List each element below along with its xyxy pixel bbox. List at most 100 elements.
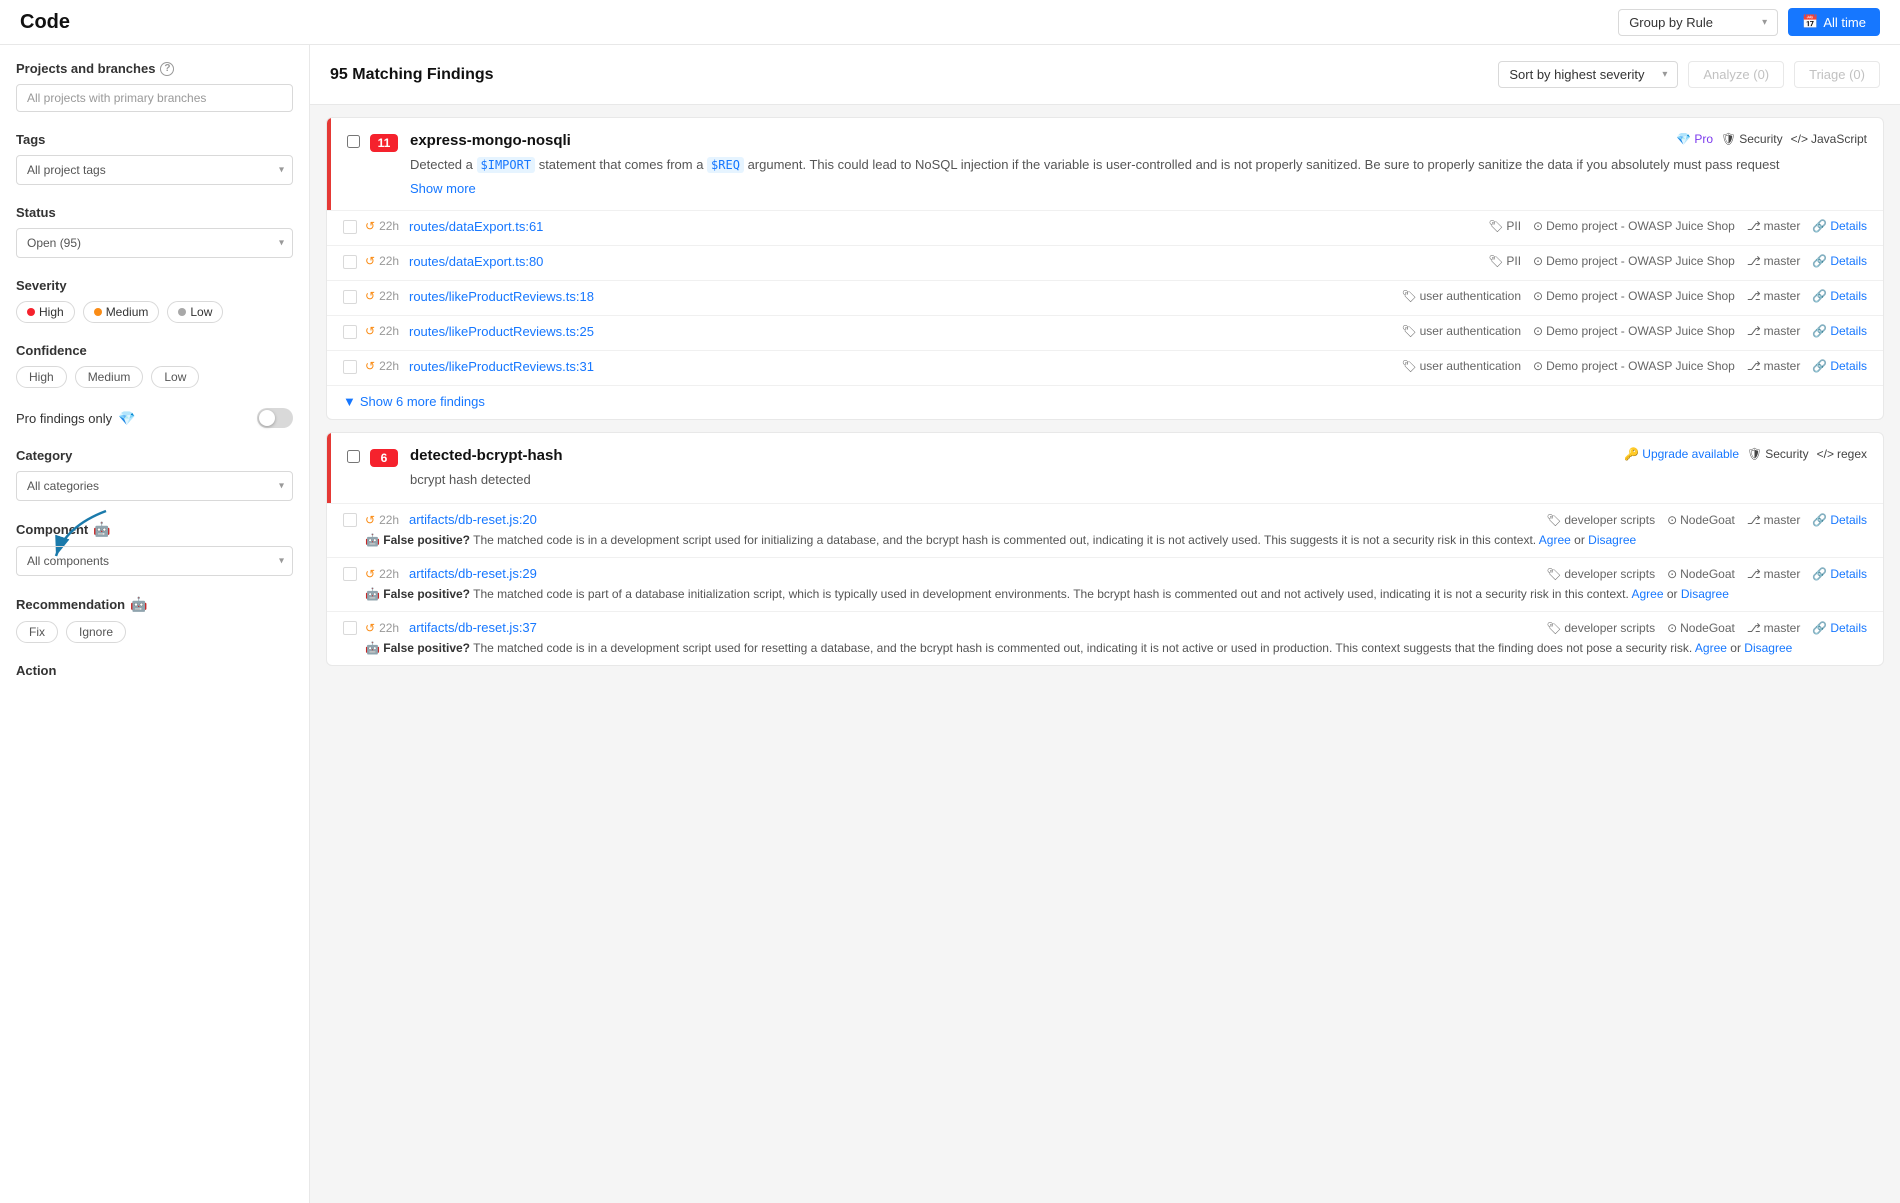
- details-link[interactable]: 🔗 Details: [1812, 513, 1867, 527]
- tag-icon: 🏷: [1401, 359, 1416, 373]
- sort-select[interactable]: Sort by highest severity ▾: [1498, 61, 1678, 88]
- rule-group-1-checkbox[interactable]: [347, 135, 360, 148]
- show-more-desc-btn[interactable]: Show more: [410, 181, 476, 196]
- projects-title: Projects and branches ?: [16, 61, 293, 76]
- bot-icon: 🤖: [365, 587, 380, 601]
- component-select[interactable]: All components: [17, 547, 292, 575]
- rule-group-2-checkbox[interactable]: [347, 450, 360, 463]
- confidence-low[interactable]: Low: [151, 366, 199, 388]
- branch-icon: ⎇: [1747, 289, 1761, 303]
- finding-tag: 🏷 developer scripts: [1546, 567, 1655, 581]
- chevron-down-icon: ▾: [1762, 17, 1767, 28]
- show-more-findings-btn[interactable]: ▼ Show 6 more findings: [343, 394, 485, 409]
- confidence-high[interactable]: High: [16, 366, 67, 388]
- finding-meta: 🏷 user authentication ⊙ Demo project - O…: [1401, 324, 1867, 338]
- agree-link-3[interactable]: Agree: [1695, 641, 1727, 655]
- checkbox-cell: [343, 254, 357, 272]
- rec-ignore[interactable]: Ignore: [66, 621, 126, 643]
- status-select[interactable]: Open (95): [17, 229, 292, 257]
- details-link[interactable]: 🔗 Details: [1812, 219, 1867, 233]
- agree-link-1[interactable]: Agree: [1539, 533, 1571, 547]
- severity-high[interactable]: High: [16, 301, 75, 323]
- finding-checkbox[interactable]: [343, 220, 357, 234]
- link-icon: 🔗: [1812, 324, 1827, 338]
- finding-row: ↺ 22h routes/likeProductReviews.ts:18 🏷 …: [327, 280, 1883, 315]
- robot-icon-2: 🤖: [130, 596, 147, 613]
- main-content: 95 Matching Findings Sort by highest sev…: [310, 45, 1900, 1203]
- github-icon: ⊙: [1667, 621, 1677, 635]
- finding-path[interactable]: routes/likeProductReviews.ts:18: [409, 289, 1393, 304]
- help-icon[interactable]: ?: [160, 62, 174, 76]
- finding-path[interactable]: routes/dataExport.ts:61: [409, 219, 1480, 234]
- checkbox-cell: [343, 219, 357, 237]
- rec-fix[interactable]: Fix: [16, 621, 58, 643]
- pro-label: Pro findings only 💎: [16, 410, 136, 427]
- details-link[interactable]: 🔗 Details: [1812, 289, 1867, 303]
- analyze-button[interactable]: Analyze (0): [1688, 61, 1784, 88]
- disagree-link-3[interactable]: Disagree: [1744, 641, 1792, 655]
- finding-path[interactable]: artifacts/db-reset.js:29: [409, 566, 1538, 581]
- finding-path[interactable]: routes/dataExport.ts:80: [409, 254, 1480, 269]
- finding-checkbox[interactable]: [343, 621, 357, 635]
- ai-note-3: 🤖 False positive? The matched code is in…: [365, 639, 1867, 657]
- finding-time: ↺ 22h: [365, 567, 401, 581]
- recommendation-title: Recommendation 🤖: [16, 596, 293, 613]
- details-link[interactable]: 🔗 Details: [1812, 254, 1867, 268]
- details-link[interactable]: 🔗 Details: [1812, 621, 1867, 635]
- finding-meta: 🏷 PII ⊙ Demo project - OWASP Juice Shop …: [1488, 219, 1867, 233]
- finding-path[interactable]: routes/likeProductReviews.ts:25: [409, 324, 1393, 339]
- severity-low[interactable]: Low: [167, 301, 223, 323]
- upgrade-tag: 🔑 Upgrade available: [1624, 447, 1739, 461]
- disagree-link-1[interactable]: Disagree: [1588, 533, 1636, 547]
- finding-tag: 🏷 PII: [1488, 219, 1521, 233]
- finding-path[interactable]: routes/likeProductReviews.ts:31: [409, 359, 1393, 374]
- rule-desc-2: bcrypt hash detected: [410, 470, 1867, 490]
- category-title: Category: [16, 448, 293, 463]
- action-title: Action: [16, 663, 293, 678]
- finding-checkbox[interactable]: [343, 360, 357, 374]
- finding-checkbox[interactable]: [343, 290, 357, 304]
- pro-findings-toggle[interactable]: [257, 408, 293, 428]
- main-header: 95 Matching Findings Sort by highest sev…: [310, 45, 1900, 105]
- tags-select[interactable]: All project tags: [17, 156, 292, 184]
- confidence-section: Confidence High Medium Low: [16, 343, 293, 388]
- bot-icon: 🤖: [365, 641, 380, 655]
- finding-meta: 🏷 developer scripts ⊙ NodeGoat ⎇ master …: [1546, 567, 1867, 581]
- rule-group-2: 6 detected-bcrypt-hash bcrypt hash detec…: [326, 432, 1884, 667]
- component-select-wrapper[interactable]: All components ▾: [16, 546, 293, 576]
- finding-time: ↺ 22h: [365, 621, 401, 635]
- agree-link-2[interactable]: Agree: [1632, 587, 1664, 601]
- ai-note-1: 🤖 False positive? The matched code is in…: [365, 531, 1867, 549]
- checkbox-cell: [343, 324, 357, 342]
- rule-count-badge-1: 11: [370, 134, 398, 152]
- confidence-medium[interactable]: Medium: [75, 366, 144, 388]
- group-by-select[interactable]: Group by Rule ▾: [1618, 9, 1778, 36]
- finding-checkbox[interactable]: [343, 325, 357, 339]
- import-code: $IMPORT: [477, 157, 536, 173]
- finding-path[interactable]: artifacts/db-reset.js:20: [409, 512, 1538, 527]
- category-select-wrapper[interactable]: All categories ▾: [16, 471, 293, 501]
- status-select-wrapper[interactable]: Open (95) ▾: [16, 228, 293, 258]
- details-link[interactable]: 🔗 Details: [1812, 359, 1867, 373]
- tags-select-wrapper[interactable]: All project tags ▾: [16, 155, 293, 185]
- finding-row-ai-top: ↺ 22h artifacts/db-reset.js:37 🏷 develop…: [343, 620, 1867, 635]
- shield-icon-2: 🛡: [1747, 447, 1762, 461]
- details-link[interactable]: 🔗 Details: [1812, 324, 1867, 338]
- finding-row-ai-2: ↺ 22h artifacts/db-reset.js:29 🏷 develop…: [327, 557, 1883, 611]
- finding-path[interactable]: artifacts/db-reset.js:37: [409, 620, 1538, 635]
- all-time-button[interactable]: 📅 All time: [1788, 8, 1880, 36]
- finding-checkbox[interactable]: [343, 567, 357, 581]
- triage-button[interactable]: Triage (0): [1794, 61, 1880, 88]
- finding-row: ↺ 22h routes/likeProductReviews.ts:25 🏷 …: [327, 315, 1883, 350]
- details-link[interactable]: 🔗 Details: [1812, 567, 1867, 581]
- header-controls: Group by Rule ▾ 📅 All time: [1618, 8, 1880, 36]
- tag-icon: 🏷: [1401, 289, 1416, 303]
- severity-medium[interactable]: Medium: [83, 301, 160, 323]
- finding-checkbox[interactable]: [343, 513, 357, 527]
- projects-input[interactable]: All projects with primary branches: [16, 84, 293, 112]
- category-select[interactable]: All categories: [17, 472, 292, 500]
- disagree-link-2[interactable]: Disagree: [1681, 587, 1729, 601]
- finding-checkbox[interactable]: [343, 255, 357, 269]
- link-icon: 🔗: [1812, 219, 1827, 233]
- finding-row-ai-1: ↺ 22h artifacts/db-reset.js:20 🏷 develop…: [327, 503, 1883, 557]
